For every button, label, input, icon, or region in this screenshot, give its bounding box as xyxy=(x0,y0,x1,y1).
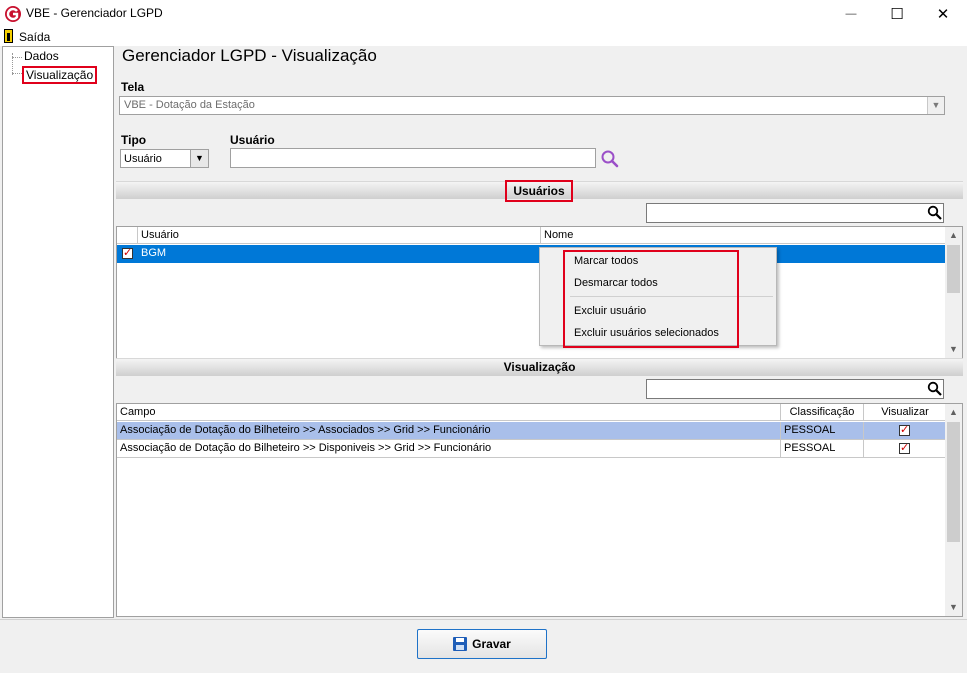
menu-bar xyxy=(0,28,967,46)
chevron-down-icon[interactable]: ▼ xyxy=(190,150,208,167)
select-column-header xyxy=(117,227,138,244)
exit-door-icon[interactable] xyxy=(4,29,13,43)
visualizar-checkbox[interactable] xyxy=(899,423,910,436)
chevron-down-icon[interactable]: ▼ xyxy=(927,97,944,114)
column-header-nome[interactable]: Nome xyxy=(541,227,947,244)
table-row[interactable]: Associação de Dotação do Bilheteiro >> A… xyxy=(117,422,947,440)
magnifier-icon[interactable] xyxy=(927,205,943,221)
table-row[interactable]: Associação de Dotação do Bilheteiro >> D… xyxy=(117,440,947,458)
save-button[interactable]: Gravar xyxy=(417,629,547,659)
column-header-campo[interactable]: Campo xyxy=(117,404,781,421)
cell-classificacao: PESSOAL xyxy=(781,440,864,458)
cell-usuario: BGM xyxy=(141,247,167,259)
scroll-down-icon[interactable]: ▼ xyxy=(945,341,962,358)
tela-label: Tela xyxy=(121,80,145,94)
cell-campo: Associação de Dotação do Bilheteiro >> A… xyxy=(117,422,781,440)
minimize-button[interactable]: — xyxy=(828,0,874,28)
row-checkbox[interactable] xyxy=(122,246,133,259)
cell-classificacao: PESSOAL xyxy=(781,422,864,440)
tela-select[interactable]: VBE - Dotação da Estação xyxy=(119,96,945,115)
table-row[interactable]: BGM xyxy=(117,245,947,263)
tree-item-dados[interactable]: Dados xyxy=(24,49,59,63)
vis-filter-input[interactable] xyxy=(646,379,944,399)
users-scrollbar[interactable]: ▲ ▼ xyxy=(945,227,962,358)
visualizacao-section-title: Visualização xyxy=(116,358,963,376)
usuario-input[interactable] xyxy=(230,148,596,168)
window-title: VBE - Gerenciador LGPD xyxy=(26,6,163,20)
maximize-icon: ☐ xyxy=(890,6,904,23)
vis-scrollbar[interactable]: ▲ ▼ xyxy=(945,404,962,616)
usuario-label: Usuário xyxy=(230,133,275,147)
column-header-visualizar[interactable]: Visualizar xyxy=(864,404,947,421)
footer-divider xyxy=(0,619,967,620)
scroll-thumb[interactable] xyxy=(947,245,960,293)
floppy-disk-icon xyxy=(453,637,468,651)
magnifier-icon[interactable] xyxy=(927,381,943,397)
close-icon: ✕ xyxy=(936,6,950,23)
minimize-icon: — xyxy=(845,8,857,20)
page-title: Gerenciador LGPD - Visualização xyxy=(122,46,377,65)
scroll-down-icon[interactable]: ▼ xyxy=(945,599,962,616)
scroll-up-icon[interactable]: ▲ xyxy=(945,404,962,421)
usuarios-section-title: Usuários xyxy=(505,180,573,202)
tipo-label: Tipo xyxy=(121,133,147,147)
column-header-usuario[interactable]: Usuário xyxy=(138,227,541,244)
app-logo-icon xyxy=(5,6,21,22)
visualizar-checkbox[interactable] xyxy=(899,441,910,454)
navigation-tree xyxy=(2,46,114,618)
search-icon[interactable] xyxy=(600,149,620,169)
column-header-classificacao[interactable]: Classificação xyxy=(781,404,864,421)
scroll-up-icon[interactable]: ▲ xyxy=(945,227,962,244)
annotation-highlight xyxy=(563,250,739,348)
scroll-thumb[interactable] xyxy=(947,422,960,542)
maximize-button[interactable]: ☐ xyxy=(874,0,920,28)
close-button[interactable]: ✕ xyxy=(920,0,966,28)
save-button-label: Gravar xyxy=(472,637,511,651)
tree-item-visualizacao[interactable]: Visualização xyxy=(22,66,98,84)
cell-campo: Associação de Dotação do Bilheteiro >> D… xyxy=(117,440,781,458)
menu-item-exit[interactable]: Saída xyxy=(19,30,50,44)
users-filter-input[interactable] xyxy=(646,203,944,223)
visualizacao-grid: Campo Classificação Visualizar Associaçã… xyxy=(116,403,963,617)
